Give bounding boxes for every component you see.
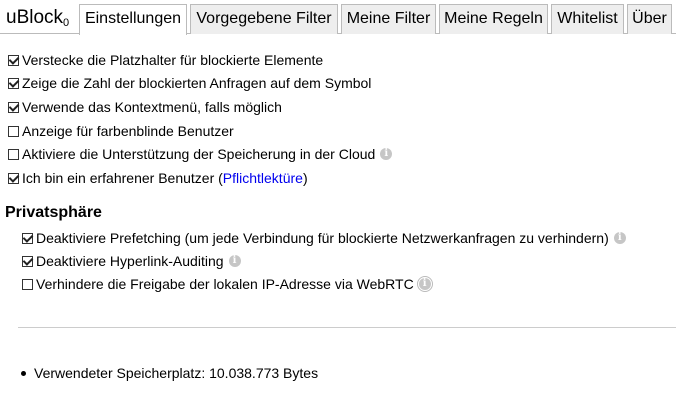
tab-meine-regeln[interactable]: Meine Regeln bbox=[439, 4, 548, 34]
tab-ueber[interactable]: Über bbox=[627, 4, 672, 34]
checkbox-cloud-storage[interactable] bbox=[8, 148, 19, 160]
setting-hyperlink-auditing: Deaktiviere Hyperlink-Auditing i bbox=[22, 251, 241, 271]
setting-webrtc: Verhindere die Freigabe der lokalen IP-A… bbox=[22, 274, 433, 294]
checkbox-color-blind[interactable] bbox=[8, 125, 19, 137]
privacy-heading: Privatsphäre bbox=[5, 204, 102, 221]
label-advanced-user: Ich bin ein erfahrener Benutzer ( bbox=[22, 170, 223, 186]
info-icon[interactable]: i bbox=[228, 255, 241, 267]
app-name: uBlock bbox=[6, 7, 64, 28]
tab-whitelist[interactable]: Whitelist bbox=[551, 4, 624, 34]
settings-page: uBlock0 Einstellungen Vorgegebene Filter… bbox=[0, 0, 676, 407]
tab-einstellungen[interactable]: Einstellungen bbox=[79, 4, 187, 35]
setting-hide-placeholders: Verstecke die Platzhalter für blockierte… bbox=[8, 50, 323, 70]
checkbox-advanced-user[interactable] bbox=[8, 172, 19, 184]
label-context-menu: Verwende das Kontextmenü, falls möglich bbox=[22, 99, 282, 115]
checkbox-hide-placeholders[interactable] bbox=[8, 54, 19, 66]
divider bbox=[18, 327, 676, 328]
checkbox-context-menu[interactable] bbox=[8, 101, 19, 113]
label-hide-placeholders: Verstecke die Platzhalter für blockierte… bbox=[22, 52, 324, 68]
required-reading-link[interactable]: Pflichtlektüre bbox=[223, 170, 303, 186]
checkbox-show-icon-badge[interactable] bbox=[8, 77, 19, 89]
checkbox-hyperlink-auditing[interactable] bbox=[22, 255, 33, 267]
label-color-blind: Anzeige für farbenblinde Benutzer bbox=[22, 123, 234, 139]
setting-show-icon-badge: Zeige die Zahl der blockierten Anfragen … bbox=[8, 73, 371, 93]
setting-cloud-storage: Aktiviere die Unterstützung der Speicher… bbox=[8, 144, 393, 164]
storage-usage: Verwendeter Speicherplatz: 10.038.773 By… bbox=[18, 363, 318, 383]
setting-color-blind: Anzeige für farbenblinde Benutzer bbox=[8, 121, 234, 141]
info-icon[interactable]: i bbox=[416, 276, 433, 292]
setting-context-menu: Verwende das Kontextmenü, falls möglich bbox=[8, 97, 282, 117]
label-show-icon-badge: Zeige die Zahl der blockierten Anfragen … bbox=[22, 75, 372, 91]
app-logo: uBlock0 bbox=[6, 6, 69, 35]
tab-meine-filter[interactable]: Meine Filter bbox=[341, 4, 436, 34]
label-hyperlink-auditing: Deaktiviere Hyperlink-Auditing bbox=[36, 253, 224, 269]
setting-prefetching: Deaktiviere Prefetching (um jede Verbind… bbox=[22, 228, 626, 248]
app-subscript: 0 bbox=[63, 17, 70, 29]
checkbox-webrtc[interactable] bbox=[22, 278, 33, 290]
label-cloud-storage: Aktiviere die Unterstützung der Speicher… bbox=[22, 146, 376, 162]
info-icon[interactable]: i bbox=[380, 148, 393, 160]
label-webrtc: Verhindere die Freigabe der lokalen IP-A… bbox=[36, 276, 414, 292]
setting-advanced-user: Ich bin ein erfahrener Benutzer (Pflicht… bbox=[8, 168, 308, 188]
bullet-icon bbox=[21, 370, 26, 376]
label-prefetching: Deaktiviere Prefetching (um jede Verbind… bbox=[36, 230, 609, 246]
label-advanced-user-close: ) bbox=[302, 170, 308, 186]
info-icon[interactable]: i bbox=[613, 232, 626, 244]
storage-label: Verwendeter Speicherplatz: 10.038.773 By… bbox=[34, 365, 319, 381]
checkbox-prefetching[interactable] bbox=[22, 232, 33, 244]
tab-vorgegebene-filter[interactable]: Vorgegebene Filter bbox=[190, 4, 338, 34]
tab-bar: uBlock0 Einstellungen Vorgegebene Filter… bbox=[0, 0, 676, 35]
